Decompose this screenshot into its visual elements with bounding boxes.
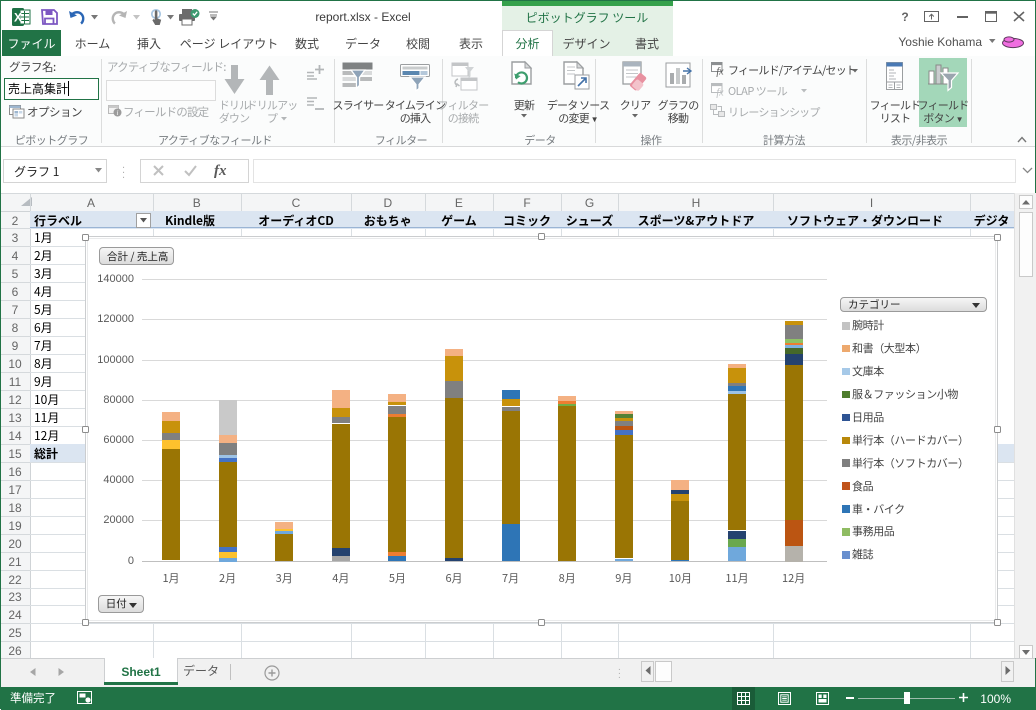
svg-text:fx: fx (716, 67, 724, 78)
svg-text:X: X (14, 11, 22, 25)
svg-text:?: ? (901, 10, 908, 24)
svg-text:fx: fx (716, 88, 724, 99)
svg-text:i: i (117, 109, 119, 117)
